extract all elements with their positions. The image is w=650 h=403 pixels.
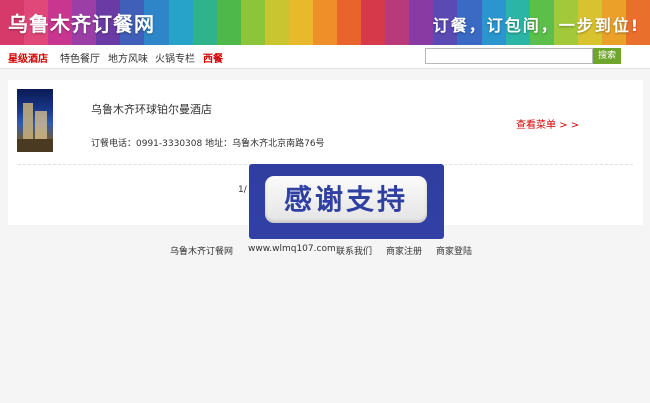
thanks-overlay: 感谢支持 (249, 164, 444, 239)
site-title: 乌鲁木齐订餐网 (8, 12, 155, 36)
banner-stripe (385, 0, 410, 45)
footer-merchant-register-link[interactable]: 商家注册 (386, 244, 422, 257)
nav-item-local-flavors[interactable]: 地方风味 (108, 50, 148, 65)
nav-item-hotpot[interactable]: 火锅专栏 (155, 50, 195, 65)
header-slogan: 订餐，订包间，一步到位! (432, 16, 640, 35)
hotel-name[interactable]: 乌鲁木齐环球铂尔曼酒店 (91, 101, 212, 117)
footer-site-name: 乌鲁木齐订餐网 (170, 247, 234, 257)
search-button[interactable]: 搜索 (593, 48, 621, 64)
banner-stripe (288, 0, 314, 45)
banner-stripe (337, 0, 362, 45)
search-input[interactable] (425, 48, 593, 64)
banner-stripe (168, 0, 193, 45)
footer-merchant-login-link[interactable]: 商家登陆 (436, 244, 472, 257)
hotel-thumbnail[interactable] (17, 89, 53, 152)
banner-stripe (192, 0, 217, 45)
nav-item-western-food[interactable]: 西餐 (203, 50, 223, 65)
footer-url[interactable]: www.wlmq107.com (248, 244, 336, 254)
thanks-overlay-text: 感谢支持 (265, 176, 427, 223)
pagination[interactable]: 1/ (238, 185, 247, 195)
banner-stripe (216, 0, 241, 45)
hotel-contact-info: 订餐电话：0991-3330308 地址：乌鲁木齐北京南路76号 (91, 139, 325, 149)
nav-item-star-hotels[interactable]: 星级酒店 (8, 50, 48, 65)
banner-stripe (313, 0, 338, 45)
banner-stripe (409, 0, 434, 45)
banner-stripe (240, 0, 265, 45)
banner-stripe (264, 0, 289, 45)
nav-item-featured-restaurants[interactable]: 特色餐厅 (60, 50, 100, 65)
banner-stripe (361, 0, 386, 45)
view-menu-link[interactable]: 查看菜单 > > (516, 116, 579, 131)
footer-contact-link[interactable]: 联系我们 (336, 244, 372, 257)
